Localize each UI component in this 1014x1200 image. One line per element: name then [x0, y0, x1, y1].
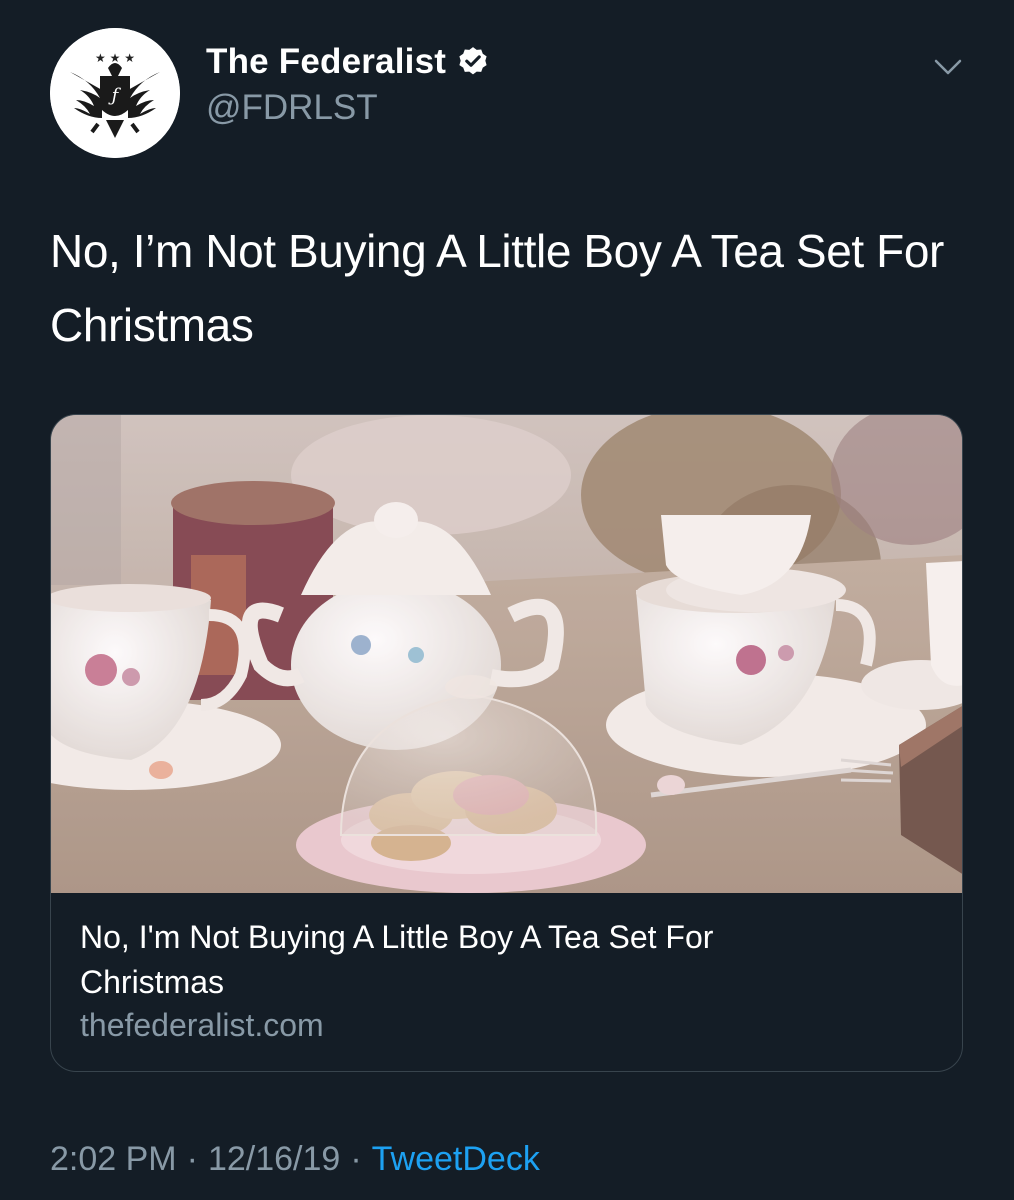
meta-separator: · [186, 1140, 198, 1178]
tweet: ★ ★ ★ ƒ The Federalist @FDRLST No, I’m N… [0, 0, 1014, 1200]
meta-separator: · [350, 1140, 362, 1178]
tweet-text: No, I’m Not Buying A Little Boy A Tea Se… [50, 225, 944, 351]
tweet-source-link[interactable]: TweetDeck [372, 1140, 540, 1179]
author-name-row: The Federalist [206, 42, 490, 82]
link-card[interactable]: No, I'm Not Buying A Little Boy A Tea Se… [50, 414, 963, 1072]
avatar[interactable]: ★ ★ ★ ƒ [50, 28, 180, 158]
link-card-image[interactable] [51, 415, 962, 893]
user-handle[interactable]: @FDRLST [206, 88, 378, 128]
tweet-date[interactable]: 12/16/19 [208, 1140, 340, 1179]
display-name[interactable]: The Federalist [206, 42, 446, 82]
verified-badge-icon [456, 45, 490, 79]
link-card-title[interactable]: No, I'm Not Buying A Little Boy A Tea Se… [80, 915, 840, 1005]
tweet-time[interactable]: 2:02 PM [50, 1140, 177, 1179]
tweet-metadata: 2:02 PM · 12/16/19 · TweetDeck [50, 1140, 540, 1179]
link-card-domain: thefederalist.com [80, 1007, 324, 1043]
federalist-eagle-logo-icon: ★ ★ ★ ƒ [50, 28, 180, 158]
chevron-down-icon[interactable] [928, 52, 968, 82]
tea-set-photo [51, 415, 962, 893]
svg-text:★ ★ ★: ★ ★ ★ [95, 51, 135, 65]
